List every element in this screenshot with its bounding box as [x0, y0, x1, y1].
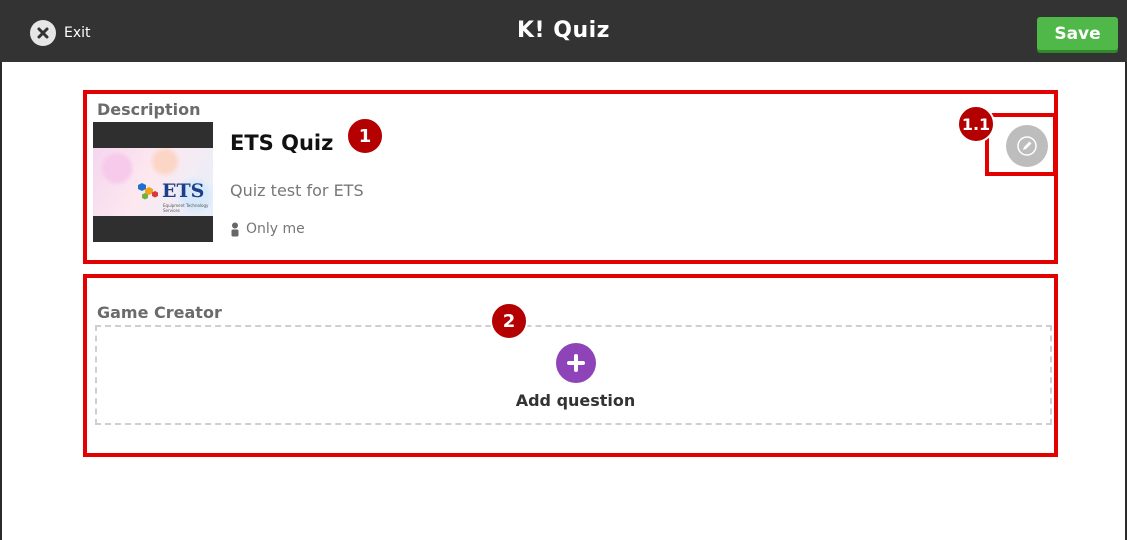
annotation-badge-1: 1 — [346, 117, 384, 155]
description-section: Description ETS Equipment Technology Ser… — [83, 90, 1058, 264]
app-title: K! Quiz — [0, 18, 1127, 43]
top-bar: Exit K! Quiz Save — [0, 0, 1127, 62]
pencil-icon — [1017, 136, 1037, 156]
kahoot-logo: K! — [517, 18, 546, 43]
description-heading: Description — [97, 100, 201, 119]
cover-image[interactable]: ETS Equipment Technology Services — [93, 122, 213, 242]
quiz-description: Quiz test for ETS — [230, 181, 364, 200]
quiz-title: ETS Quiz — [230, 131, 334, 155]
annotation-badge-1-1: 1.1 — [957, 105, 995, 143]
add-question-label: Add question — [515, 390, 636, 410]
person-icon — [231, 222, 239, 236]
game-creator-section: Game Creator Add question — [83, 274, 1058, 457]
edit-description-button[interactable] — [1006, 125, 1048, 167]
game-creator-heading: Game Creator — [97, 303, 222, 322]
plus-icon — [555, 342, 596, 383]
visibility-label: Only me — [246, 221, 305, 237]
visibility-setting: Only me — [230, 221, 305, 237]
save-button[interactable]: Save — [1037, 17, 1118, 50]
ets-logo-tagline: Equipment Technology Services — [163, 203, 209, 213]
cover-image-art: ETS Equipment Technology Services — [93, 148, 213, 216]
question-dropzone: Add question — [95, 325, 1052, 425]
ets-logo-text: ETS — [162, 180, 205, 202]
ets-logo: ETS — [137, 180, 204, 202]
add-question-button[interactable]: Add question — [97, 327, 1054, 427]
annotation-badge-2: 2 — [490, 302, 528, 340]
window-frame — [0, 0, 1127, 540]
ets-logo-mark — [138, 183, 158, 200]
app-title-label: Quiz — [553, 18, 610, 43]
